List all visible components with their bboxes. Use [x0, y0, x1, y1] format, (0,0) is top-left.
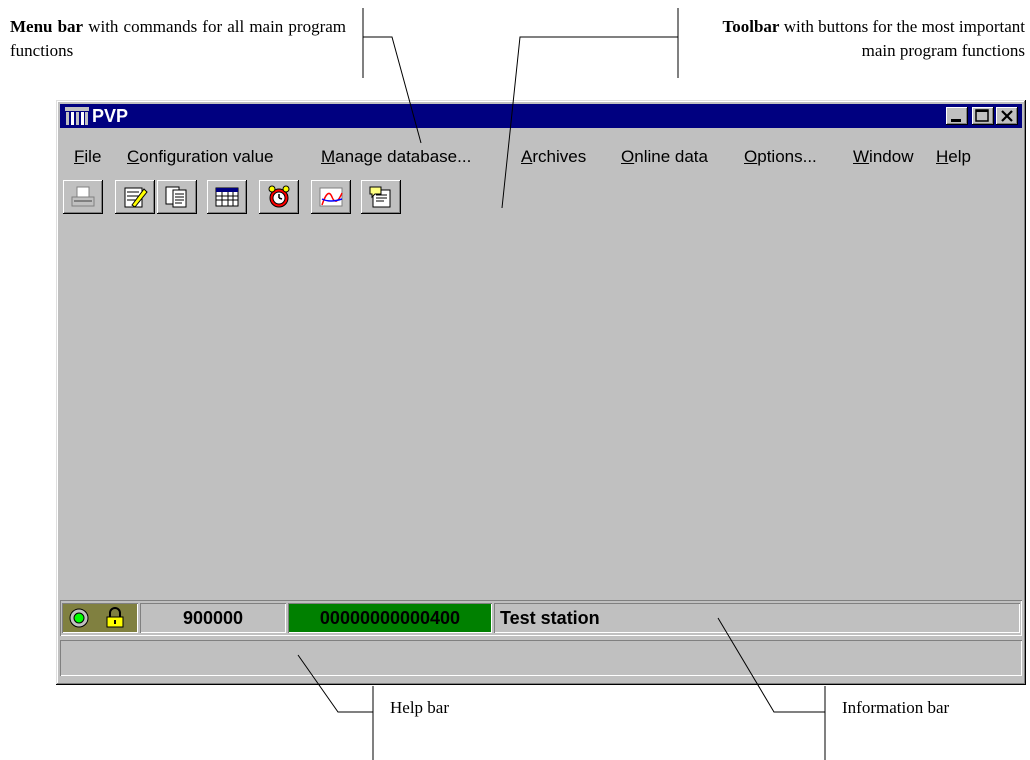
callout-lines	[297, 8, 826, 760]
